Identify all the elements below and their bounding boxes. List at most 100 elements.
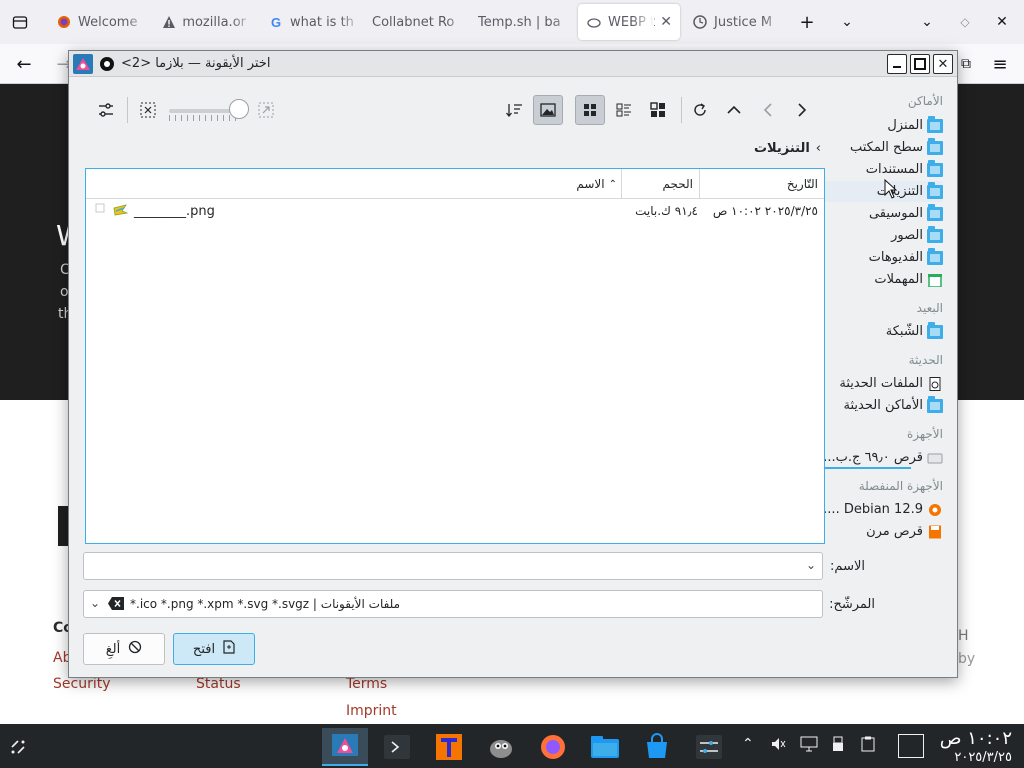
task-firefox[interactable] [530, 728, 576, 766]
debian-icon [927, 503, 943, 517]
filter-select[interactable]: ⌄ *.ico *.png *.xpm *.svg *.svgz | ملفات… [83, 590, 823, 618]
network-folder-icon [927, 321, 943, 339]
cancel-button[interactable]: ألغِ [83, 633, 165, 665]
places-item-network[interactable]: الشّبكة [813, 321, 943, 342]
places-item-music[interactable]: الموسيقى [813, 203, 943, 224]
browser-tab[interactable]: G what is th [260, 4, 362, 40]
volume-muted-icon[interactable] [770, 736, 786, 756]
browser-tab-active[interactable]: WEBP t ✕ [578, 4, 680, 40]
minimize-icon[interactable] [887, 54, 907, 74]
preview-image-icon[interactable] [533, 95, 563, 125]
tab-list-icon[interactable] [8, 10, 32, 34]
chevron-down-icon[interactable]: ⌄ [835, 10, 859, 34]
maximize-icon[interactable] [910, 54, 930, 74]
task-gimp[interactable] [478, 728, 524, 766]
browser-tab-bar: Welcome mozilla.or G what is th Collabne… [0, 0, 1024, 44]
filter-label: المرشّح: [829, 597, 875, 612]
home-folder-icon [927, 115, 943, 133]
task-terminal[interactable] [374, 728, 420, 766]
name-input[interactable]: ⌄ [83, 552, 823, 580]
clock-time[interactable]: ١٠:٠٢ ص [940, 728, 1012, 749]
file-row[interactable]: ________.png ٩١٫٤ ك.بايت ٢٠٢٥/٣/٢٥ ١٠:٠٢… [86, 201, 824, 223]
name-label: الاسم: [830, 559, 865, 574]
footer-link-status[interactable]: Status [196, 676, 241, 692]
file-list-header: الاسم ⌃ الحجم التّاريخ [86, 169, 824, 199]
maximize-window-icon[interactable]: ◇ [953, 10, 977, 34]
firefox-icon [56, 14, 72, 30]
sort-icon[interactable] [499, 95, 529, 125]
detailed-view-icon[interactable] [643, 95, 673, 125]
places-section-header: الأجهزة المنفصلة [858, 479, 943, 493]
dialog-titlebar[interactable]: اختر الأيقونة — بلازما <2> ✕ [69, 51, 957, 77]
footer-link-terms[interactable]: Terms [346, 676, 387, 692]
places-item-pictures[interactable]: الصور [813, 225, 943, 246]
new-tab-icon[interactable]: + [795, 10, 819, 34]
close-icon[interactable]: ✕ [933, 54, 953, 74]
close-window-icon[interactable]: ✕ [990, 10, 1014, 34]
menu-icon[interactable]: ≡ [988, 52, 1012, 76]
breadcrumb[interactable]: › التنزيلات [754, 141, 821, 156]
clipboard-icon[interactable] [860, 736, 876, 756]
zoom-in-icon[interactable] [251, 95, 281, 125]
clock-icon [692, 14, 708, 30]
task-text-editor[interactable] [426, 728, 472, 766]
settings-sliders-icon[interactable] [91, 95, 121, 125]
reload-icon[interactable] [685, 95, 715, 125]
icon-view-icon[interactable] [575, 95, 605, 125]
compact-view-icon[interactable] [609, 95, 639, 125]
close-tab-icon[interactable]: ✕ [660, 14, 672, 30]
parent-folder-icon[interactable] [719, 95, 749, 125]
column-header-size[interactable]: الحجم [621, 169, 699, 199]
places-item-disk[interactable]: قرص ٦٩٫٠ ج.ب... [813, 447, 943, 468]
taskbar: ⌃ ١٠:٠٢ ص ٢٠٢٥/٣/٢٥ [0, 724, 1024, 768]
footer-link-imprint[interactable]: Imprint [346, 703, 397, 719]
clear-filter-icon[interactable] [108, 597, 124, 614]
pictures-folder-icon [927, 225, 943, 243]
places-item-debian[interactable]: Debian 12.9 .... [813, 499, 943, 520]
minimize-window-icon[interactable]: ⌄ [915, 10, 939, 34]
back-icon[interactable] [753, 95, 783, 125]
file-name: ________.png [134, 204, 215, 219]
tab-title: Collabnet Ro [372, 14, 455, 30]
file-list-view[interactable]: الاسم ⌃ الحجم التّاريخ ________.png ٩١٫٤… [85, 168, 825, 544]
pin-icon[interactable] [97, 54, 117, 74]
task-file-manager[interactable] [582, 728, 628, 766]
browser-tab[interactable]: mozilla.or [154, 4, 254, 40]
column-header-date[interactable]: التّاريخ [699, 169, 824, 199]
show-desktop-icon[interactable] [898, 734, 924, 758]
browser-tab[interactable]: Temp.sh | ba [470, 4, 574, 40]
videos-folder-icon [927, 247, 943, 265]
trash-icon [927, 273, 943, 288]
sort-ascending-icon: ⌃ [608, 178, 617, 190]
breadcrumb-current[interactable]: التنزيلات [754, 141, 810, 156]
back-icon[interactable]: ← [12, 52, 36, 76]
filter-value: *.ico *.png *.xpm *.svg *.svgz | ملفات ا… [130, 597, 401, 611]
places-item-home[interactable]: المنزل [813, 115, 943, 136]
places-item-videos[interactable]: الفديوهات [813, 247, 943, 268]
column-header-name[interactable]: الاسم ⌃ [86, 169, 621, 199]
app-launcher-icon[interactable] [0, 728, 36, 766]
chevron-down-icon[interactable]: ⌄ [806, 558, 816, 572]
browser-tab[interactable]: Collabnet Ro [364, 4, 468, 40]
zoom-slider-handle[interactable] [229, 99, 249, 119]
footer-link-security[interactable]: Security [53, 676, 111, 692]
places-item-documents[interactable]: المستندات [813, 159, 943, 180]
task-store[interactable] [634, 728, 680, 766]
browser-tab[interactable]: Justice M [684, 4, 784, 40]
chevron-down-icon[interactable]: ⌄ [90, 596, 100, 610]
display-icon[interactable] [800, 736, 818, 756]
browser-tab[interactable]: Welcome [48, 4, 148, 40]
open-button[interactable]: افتح [173, 633, 255, 665]
task-settings[interactable] [686, 728, 732, 766]
clock-date[interactable]: ٢٠٢٥/٣/٢٥ [954, 750, 1012, 765]
places-item-recent-files[interactable]: الملفات الحديثة [813, 373, 943, 394]
places-item-trash[interactable]: المهملات [813, 269, 943, 290]
usb-device-icon[interactable] [832, 736, 844, 756]
task-plasma-icon-picker[interactable] [322, 728, 368, 766]
tray-expand-icon[interactable]: ⌃ [742, 736, 754, 752]
places-item-downloads[interactable]: التنزيلات [813, 181, 943, 202]
places-item-desktop[interactable]: سطح المكتب [813, 137, 943, 158]
places-item-floppy[interactable]: قرص مرن [813, 521, 943, 542]
places-item-recent-locations[interactable]: الأماكن الحديثة [813, 395, 943, 416]
zoom-out-icon[interactable] [133, 95, 163, 125]
